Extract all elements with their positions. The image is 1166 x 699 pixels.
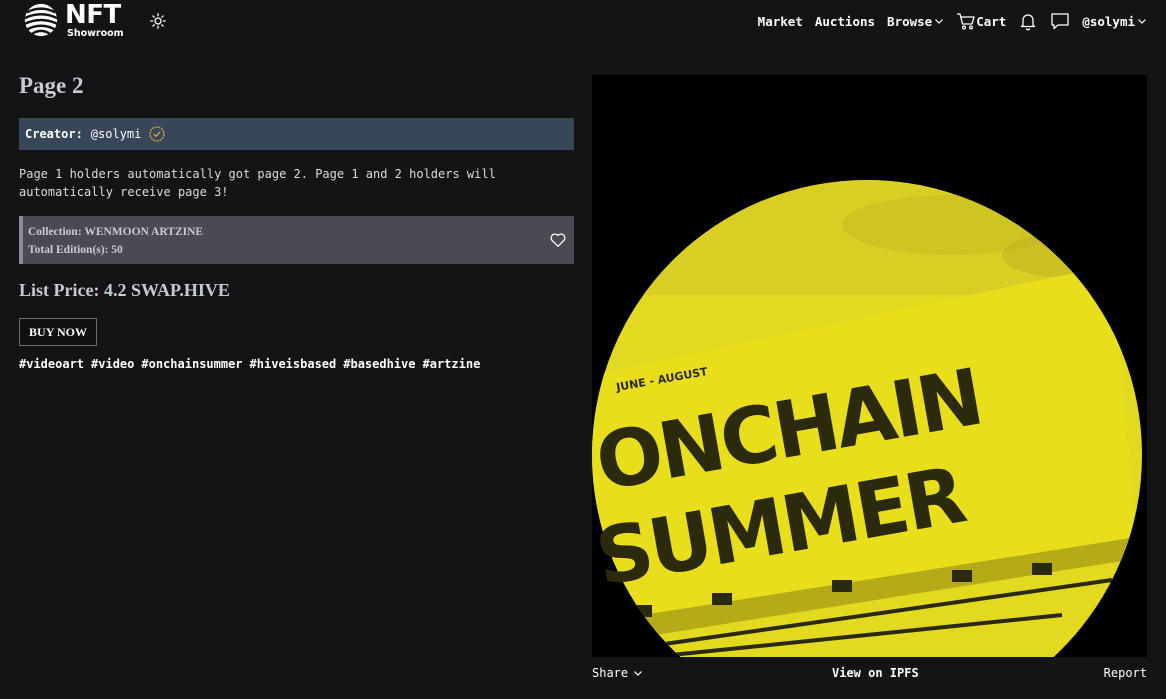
view-ipfs-link[interactable]: View on IPFS [832, 666, 919, 680]
nav-auctions[interactable]: Auctions [815, 14, 875, 29]
user-menu[interactable]: @solymi [1082, 14, 1147, 29]
media-actions: Share View on IPFS Report [592, 666, 1147, 684]
collection-name: Collection: WENMOON ARTZINE [28, 226, 204, 238]
tag-video[interactable]: #video [91, 357, 134, 371]
globe-logo-icon [24, 3, 58, 37]
tag-artzine[interactable]: #artzine [423, 357, 481, 371]
chat-icon [1051, 13, 1069, 30]
nav-market[interactable]: Market [758, 14, 803, 29]
messages-button[interactable] [1050, 11, 1070, 31]
nft-title: Page 2 [19, 73, 84, 98]
share-label: Share [592, 666, 629, 680]
creator-label: Creator: [25, 127, 83, 141]
chevron-down-icon [935, 19, 944, 24]
sun-icon[interactable] [150, 13, 166, 29]
notifications-button[interactable] [1018, 11, 1038, 31]
tag-videoart[interactable]: #videoart [19, 357, 84, 371]
tag-onchainsummer[interactable]: #onchainsummer [141, 357, 242, 371]
heart-icon[interactable] [549, 231, 567, 249]
nav-browse[interactable]: Browse [887, 14, 944, 29]
top-header: NFT Showroom Market Auctions Browse Cart… [0, 0, 1166, 44]
logo-subtitle: Showroom [67, 27, 124, 39]
report-link[interactable]: Report [1104, 666, 1147, 680]
user-menu-label: @solymi [1082, 13, 1135, 29]
creator-link[interactable]: @solymi [91, 127, 142, 141]
nft-description: Page 1 holders automatically got page 2.… [19, 167, 496, 199]
nav-cart[interactable]: Cart [956, 11, 1006, 31]
verified-check-icon [149, 126, 166, 142]
buy-now-button[interactable]: BUY NOW [19, 318, 97, 346]
tag-list: #videoart #video #onchainsummer #hiveisb… [19, 357, 480, 371]
tag-basedhive[interactable]: #basedhive [343, 357, 415, 371]
collection-info: Collection: WENMOON ARTZINE Total Editio… [19, 216, 574, 264]
creator-bar: Creator: @solymi [19, 118, 574, 150]
nft-media-viewer[interactable]: JUNE - AUGUST ONCHAIN SUMMER [592, 75, 1147, 657]
site-logo[interactable]: NFT Showroom [22, 1, 124, 39]
list-price: List Price: 4.2 SWAP.HIVE [19, 280, 230, 300]
tag-hiveisbased[interactable]: #hiveisbased [250, 357, 337, 371]
bell-icon [1021, 14, 1036, 31]
nft-artwork: JUNE - AUGUST ONCHAIN SUMMER [592, 180, 1142, 657]
cart-icon [957, 13, 975, 30]
nav-browse-label: Browse [887, 13, 933, 29]
logo-title: NFT [65, 0, 121, 30]
chevron-down-icon [1138, 19, 1146, 24]
total-editions: Total Edition(s): 50 [28, 244, 123, 256]
share-button[interactable]: Share [592, 666, 643, 680]
chevron-down-icon [634, 671, 643, 676]
nav-cart-label: Cart [976, 13, 1007, 29]
main-nav: Market Auctions Browse Cart @solymi [758, 10, 1147, 32]
